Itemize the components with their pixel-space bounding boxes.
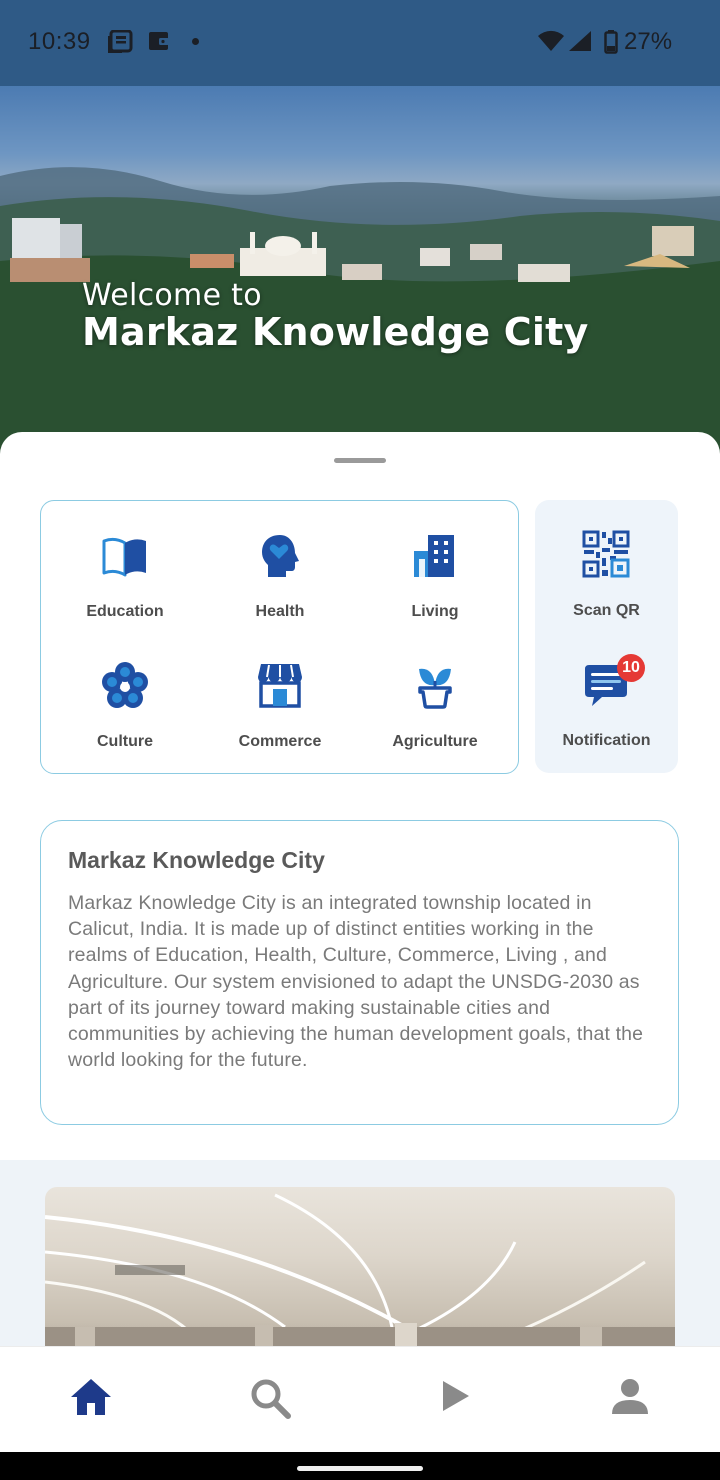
dot-icon — [192, 38, 199, 45]
category-label: Living — [411, 603, 459, 620]
store-icon — [258, 664, 302, 708]
auditorium-image — [45, 1193, 675, 1357]
notification-button[interactable]: 10 Notification — [535, 640, 678, 750]
category-label: Commerce — [238, 733, 322, 750]
nav-search[interactable] — [209, 1347, 329, 1447]
about-card: Markaz Knowledge City Markaz Knowledge C… — [40, 820, 679, 1125]
hero-title: Markaz Knowledge City — [82, 310, 589, 354]
about-title: Markaz Knowledge City — [68, 847, 325, 873]
play-icon — [443, 1381, 469, 1411]
plant-icon — [418, 668, 452, 709]
category-agriculture[interactable]: Agriculture — [360, 641, 510, 751]
news-icon — [108, 30, 133, 53]
nav-play[interactable] — [399, 1347, 519, 1447]
hero-landscape-image — [0, 167, 720, 462]
flower-icon — [102, 662, 148, 708]
quick-actions-panel: Scan QR 10 Notification — [535, 500, 678, 773]
wallet-icon — [149, 32, 169, 50]
category-grid: Education Health Living Culture Commerce… — [40, 500, 519, 774]
gallery-section — [0, 1160, 720, 1360]
category-education[interactable]: Education — [50, 511, 200, 621]
gallery-image[interactable] — [45, 1187, 675, 1357]
person-icon — [612, 1379, 648, 1414]
qr-code-icon — [582, 530, 630, 578]
bottom-navigation — [0, 1346, 720, 1452]
content-sheet: Education Health Living Culture Commerce… — [0, 432, 720, 1360]
search-icon — [251, 1379, 291, 1419]
wifi-icon — [538, 30, 564, 51]
drag-handle[interactable] — [334, 458, 386, 463]
status-bar: 10:39 27% — [0, 0, 720, 86]
category-label: Education — [86, 603, 164, 620]
battery-icon — [604, 30, 618, 54]
category-health[interactable]: Health — [205, 511, 355, 621]
system-gesture-bar — [0, 1452, 720, 1480]
home-icon — [71, 1379, 111, 1415]
quick-action-label: Notification — [562, 732, 651, 749]
category-living[interactable]: Living — [360, 511, 510, 621]
category-label: Health — [255, 603, 305, 620]
hero-welcome-text: Welcome to — [82, 278, 262, 313]
category-culture[interactable]: Culture — [50, 641, 200, 751]
nav-home[interactable] — [29, 1347, 149, 1447]
scan-qr-button[interactable]: Scan QR — [535, 510, 678, 620]
notification-badge: 10 — [617, 654, 645, 682]
building-icon — [414, 535, 454, 577]
category-label: Agriculture — [392, 733, 478, 750]
signal-icon — [569, 31, 591, 51]
category-label: Culture — [97, 733, 153, 750]
battery-percent: 27% — [624, 28, 673, 55]
head-heart-icon — [262, 535, 299, 577]
hero-banner: Welcome to Markaz Knowledge City — [0, 86, 720, 462]
about-description: Markaz Knowledge City is an integrated t… — [68, 892, 644, 1072]
quick-action-label: Scan QR — [573, 602, 640, 619]
category-commerce[interactable]: Commerce — [205, 641, 355, 751]
nav-profile[interactable] — [569, 1347, 689, 1447]
book-icon — [102, 537, 146, 577]
home-gesture-pill[interactable] — [297, 1466, 423, 1471]
status-time: 10:39 — [28, 28, 91, 55]
